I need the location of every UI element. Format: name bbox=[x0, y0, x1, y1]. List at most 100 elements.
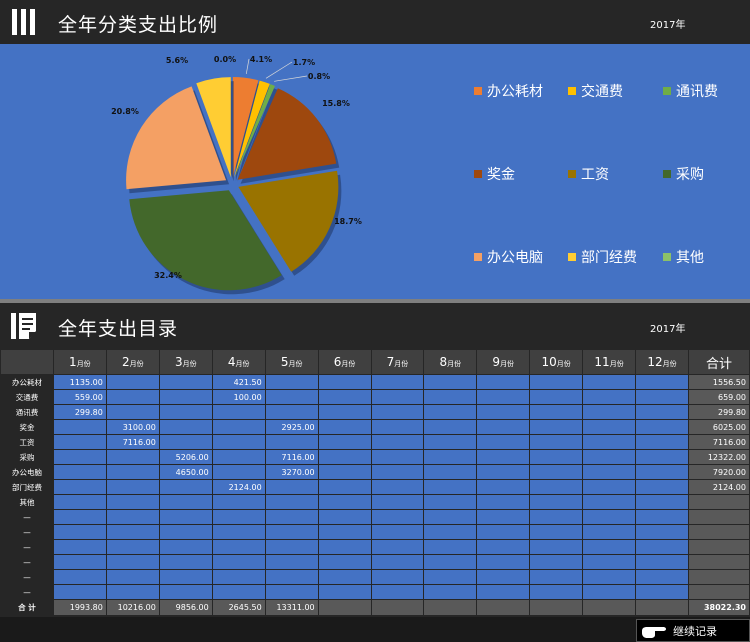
expense-cell[interactable]: 4650.00 bbox=[158, 464, 213, 480]
expense-cell[interactable] bbox=[423, 569, 478, 585]
expense-cell[interactable] bbox=[529, 449, 584, 465]
expense-cell[interactable] bbox=[317, 524, 372, 540]
expense-cell[interactable] bbox=[105, 584, 160, 600]
expense-cell[interactable] bbox=[476, 539, 531, 555]
expense-cell[interactable] bbox=[423, 404, 478, 420]
expense-cell[interactable] bbox=[635, 539, 689, 555]
expense-cell[interactable] bbox=[370, 479, 425, 495]
expense-cell[interactable] bbox=[317, 464, 372, 480]
expense-cell[interactable] bbox=[52, 539, 107, 555]
expense-cell[interactable] bbox=[423, 449, 478, 465]
expense-cell[interactable] bbox=[317, 569, 372, 585]
expense-cell[interactable] bbox=[158, 404, 213, 420]
expense-cell[interactable] bbox=[52, 449, 107, 465]
expense-cell[interactable] bbox=[158, 584, 213, 600]
expense-cell[interactable] bbox=[370, 419, 425, 435]
expense-cell[interactable] bbox=[158, 434, 213, 450]
expense-cell[interactable] bbox=[635, 464, 689, 480]
expense-cell[interactable] bbox=[105, 494, 160, 510]
expense-cell[interactable] bbox=[635, 524, 689, 540]
expense-cell[interactable] bbox=[582, 554, 637, 570]
expense-cell[interactable] bbox=[158, 569, 213, 585]
expense-cell[interactable] bbox=[317, 434, 372, 450]
expense-cell[interactable] bbox=[317, 554, 372, 570]
expense-cell[interactable] bbox=[317, 419, 372, 435]
expense-cell[interactable] bbox=[370, 449, 425, 465]
expense-cell[interactable] bbox=[423, 524, 478, 540]
expense-cell[interactable] bbox=[264, 374, 319, 390]
expense-cell[interactable] bbox=[582, 434, 637, 450]
expense-cell[interactable] bbox=[476, 464, 531, 480]
expense-cell[interactable] bbox=[158, 494, 213, 510]
expense-cell[interactable] bbox=[370, 464, 425, 480]
expense-cell[interactable] bbox=[582, 419, 637, 435]
expense-cell[interactable] bbox=[582, 584, 637, 600]
expense-cell[interactable]: 3270.00 bbox=[264, 464, 319, 480]
expense-cell[interactable] bbox=[264, 389, 319, 405]
expense-cell[interactable] bbox=[476, 509, 531, 525]
expense-cell[interactable]: 421.50 bbox=[211, 374, 266, 390]
expense-cell[interactable] bbox=[317, 374, 372, 390]
expense-cell[interactable] bbox=[582, 524, 637, 540]
expense-cell[interactable]: 299.80 bbox=[52, 404, 107, 420]
expense-cell[interactable] bbox=[476, 494, 531, 510]
expense-cell[interactable] bbox=[635, 554, 689, 570]
expense-cell[interactable] bbox=[635, 419, 689, 435]
expense-cell[interactable] bbox=[317, 404, 372, 420]
expense-cell[interactable] bbox=[582, 464, 637, 480]
expense-cell[interactable] bbox=[158, 389, 213, 405]
expense-cell[interactable] bbox=[370, 584, 425, 600]
expense-cell[interactable] bbox=[370, 434, 425, 450]
expense-cell[interactable] bbox=[582, 539, 637, 555]
expense-cell[interactable] bbox=[582, 494, 637, 510]
expense-cell[interactable] bbox=[317, 449, 372, 465]
expense-cell[interactable] bbox=[264, 554, 319, 570]
expense-cell[interactable] bbox=[264, 524, 319, 540]
expense-cell[interactable] bbox=[370, 554, 425, 570]
expense-cell[interactable] bbox=[264, 584, 319, 600]
expense-cell[interactable] bbox=[635, 374, 689, 390]
expense-cell[interactable]: 2925.00 bbox=[264, 419, 319, 435]
expense-cell[interactable] bbox=[529, 524, 584, 540]
expense-cell[interactable] bbox=[529, 374, 584, 390]
expense-cell[interactable] bbox=[105, 479, 160, 495]
expense-cell[interactable]: 5206.00 bbox=[158, 449, 213, 465]
expense-cell[interactable] bbox=[52, 434, 107, 450]
expense-cell[interactable] bbox=[211, 509, 266, 525]
expense-cell[interactable] bbox=[370, 569, 425, 585]
expense-cell[interactable] bbox=[582, 374, 637, 390]
expense-cell[interactable] bbox=[370, 389, 425, 405]
expense-cell[interactable] bbox=[211, 464, 266, 480]
expense-cell[interactable] bbox=[423, 419, 478, 435]
expense-cell[interactable] bbox=[476, 389, 531, 405]
continue-record-button[interactable]: 继续记录 bbox=[636, 619, 750, 642]
expense-cell[interactable]: 2124.00 bbox=[211, 479, 266, 495]
expense-cell[interactable] bbox=[105, 524, 160, 540]
expense-cell[interactable] bbox=[423, 374, 478, 390]
expense-cell[interactable] bbox=[317, 509, 372, 525]
expense-cell[interactable] bbox=[476, 584, 531, 600]
expense-cell[interactable] bbox=[476, 554, 531, 570]
expense-cell[interactable] bbox=[264, 539, 319, 555]
expense-cell[interactable] bbox=[423, 464, 478, 480]
expense-cell[interactable] bbox=[264, 479, 319, 495]
expense-cell[interactable] bbox=[211, 449, 266, 465]
expense-cell[interactable] bbox=[105, 449, 160, 465]
expense-cell[interactable] bbox=[423, 554, 478, 570]
expense-cell[interactable] bbox=[158, 554, 213, 570]
expense-cell[interactable] bbox=[529, 479, 584, 495]
expense-cell[interactable] bbox=[317, 539, 372, 555]
expense-cell[interactable] bbox=[264, 509, 319, 525]
expense-cell[interactable] bbox=[317, 479, 372, 495]
expense-cell[interactable] bbox=[52, 464, 107, 480]
expense-cell[interactable] bbox=[105, 389, 160, 405]
expense-cell[interactable] bbox=[52, 494, 107, 510]
expense-cell[interactable] bbox=[158, 524, 213, 540]
expense-cell[interactable] bbox=[423, 584, 478, 600]
expense-cell[interactable] bbox=[423, 479, 478, 495]
expense-cell[interactable] bbox=[105, 569, 160, 585]
expense-cell[interactable] bbox=[264, 434, 319, 450]
expense-cell[interactable] bbox=[52, 509, 107, 525]
expense-cell[interactable] bbox=[370, 404, 425, 420]
expense-cell[interactable] bbox=[211, 539, 266, 555]
